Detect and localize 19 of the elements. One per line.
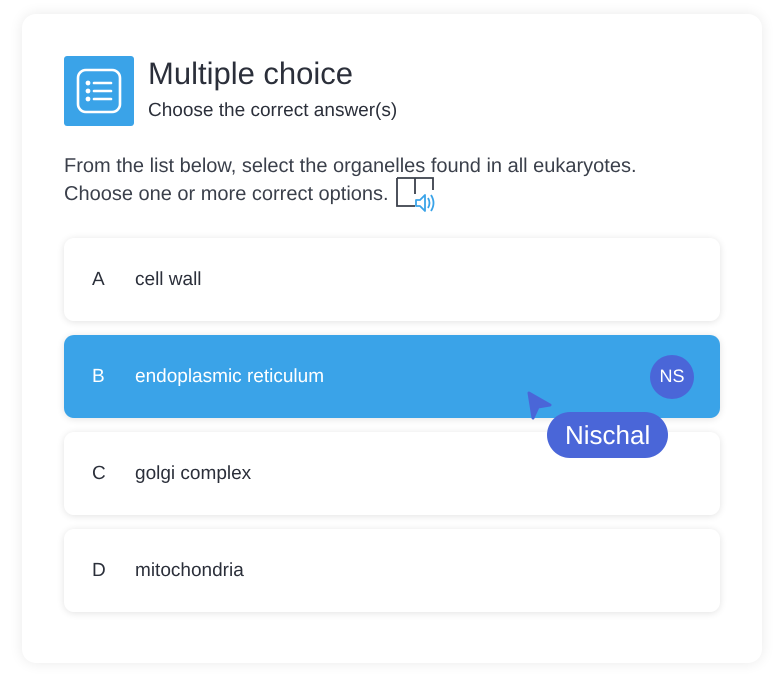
question-text: Choose one or more correct options. — [64, 182, 389, 207]
title: Multiple choice — [148, 56, 354, 92]
user-avatar: NS — [650, 354, 694, 398]
option-text: mitochondria — [135, 560, 244, 582]
answer-option[interactable]: A cell wall — [64, 238, 720, 321]
cursor-icon — [526, 390, 552, 420]
option-text: cell wall — [135, 268, 202, 290]
subtitle: Choose the correct answer(s) — [148, 100, 398, 122]
answer-option[interactable]: D mitochondria — [64, 529, 720, 612]
option-letter: B — [92, 366, 106, 388]
option-text: golgi complex — [135, 462, 252, 484]
option-letter: D — [92, 560, 107, 582]
list-icon — [64, 56, 134, 126]
answer-option[interactable]: B endoplasmic reticulum NS — [64, 335, 720, 418]
option-letter: A — [92, 268, 106, 290]
question-text: From the list below, select the organelles found in all eukaryotes. — [64, 154, 637, 179]
option-text: endoplasmic reticulum — [135, 366, 324, 388]
cursor-label: Nischal — [547, 412, 668, 458]
option-letter: C — [92, 462, 107, 484]
